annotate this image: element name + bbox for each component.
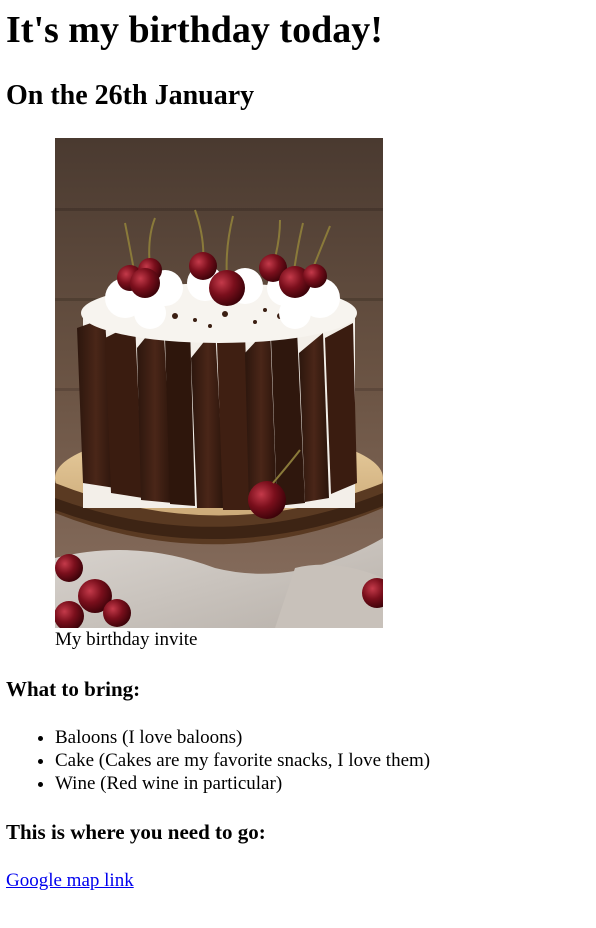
- bring-heading: What to bring:: [6, 677, 141, 701]
- date-heading: On the 26th January: [6, 80, 255, 111]
- bring-list: Baloons (I love baloons) Cake (Cakes are…: [6, 726, 590, 795]
- invite-figure: My birthday invite: [55, 138, 383, 652]
- cake-photo: [55, 138, 383, 628]
- list-item: Wine (Red wine in particular): [55, 772, 590, 795]
- page-title: It's my birthday today!: [6, 9, 383, 51]
- location-heading: This is where you need to go:: [6, 820, 266, 844]
- google-map-link[interactable]: Google map link: [6, 869, 134, 893]
- image-caption: My birthday invite: [55, 629, 198, 650]
- list-item: Cake (Cakes are my favorite snacks, I lo…: [55, 749, 590, 772]
- page-content: It's my birthday today! On the 26th Janu…: [0, 0, 596, 893]
- list-item: Baloons (I love baloons): [55, 726, 590, 749]
